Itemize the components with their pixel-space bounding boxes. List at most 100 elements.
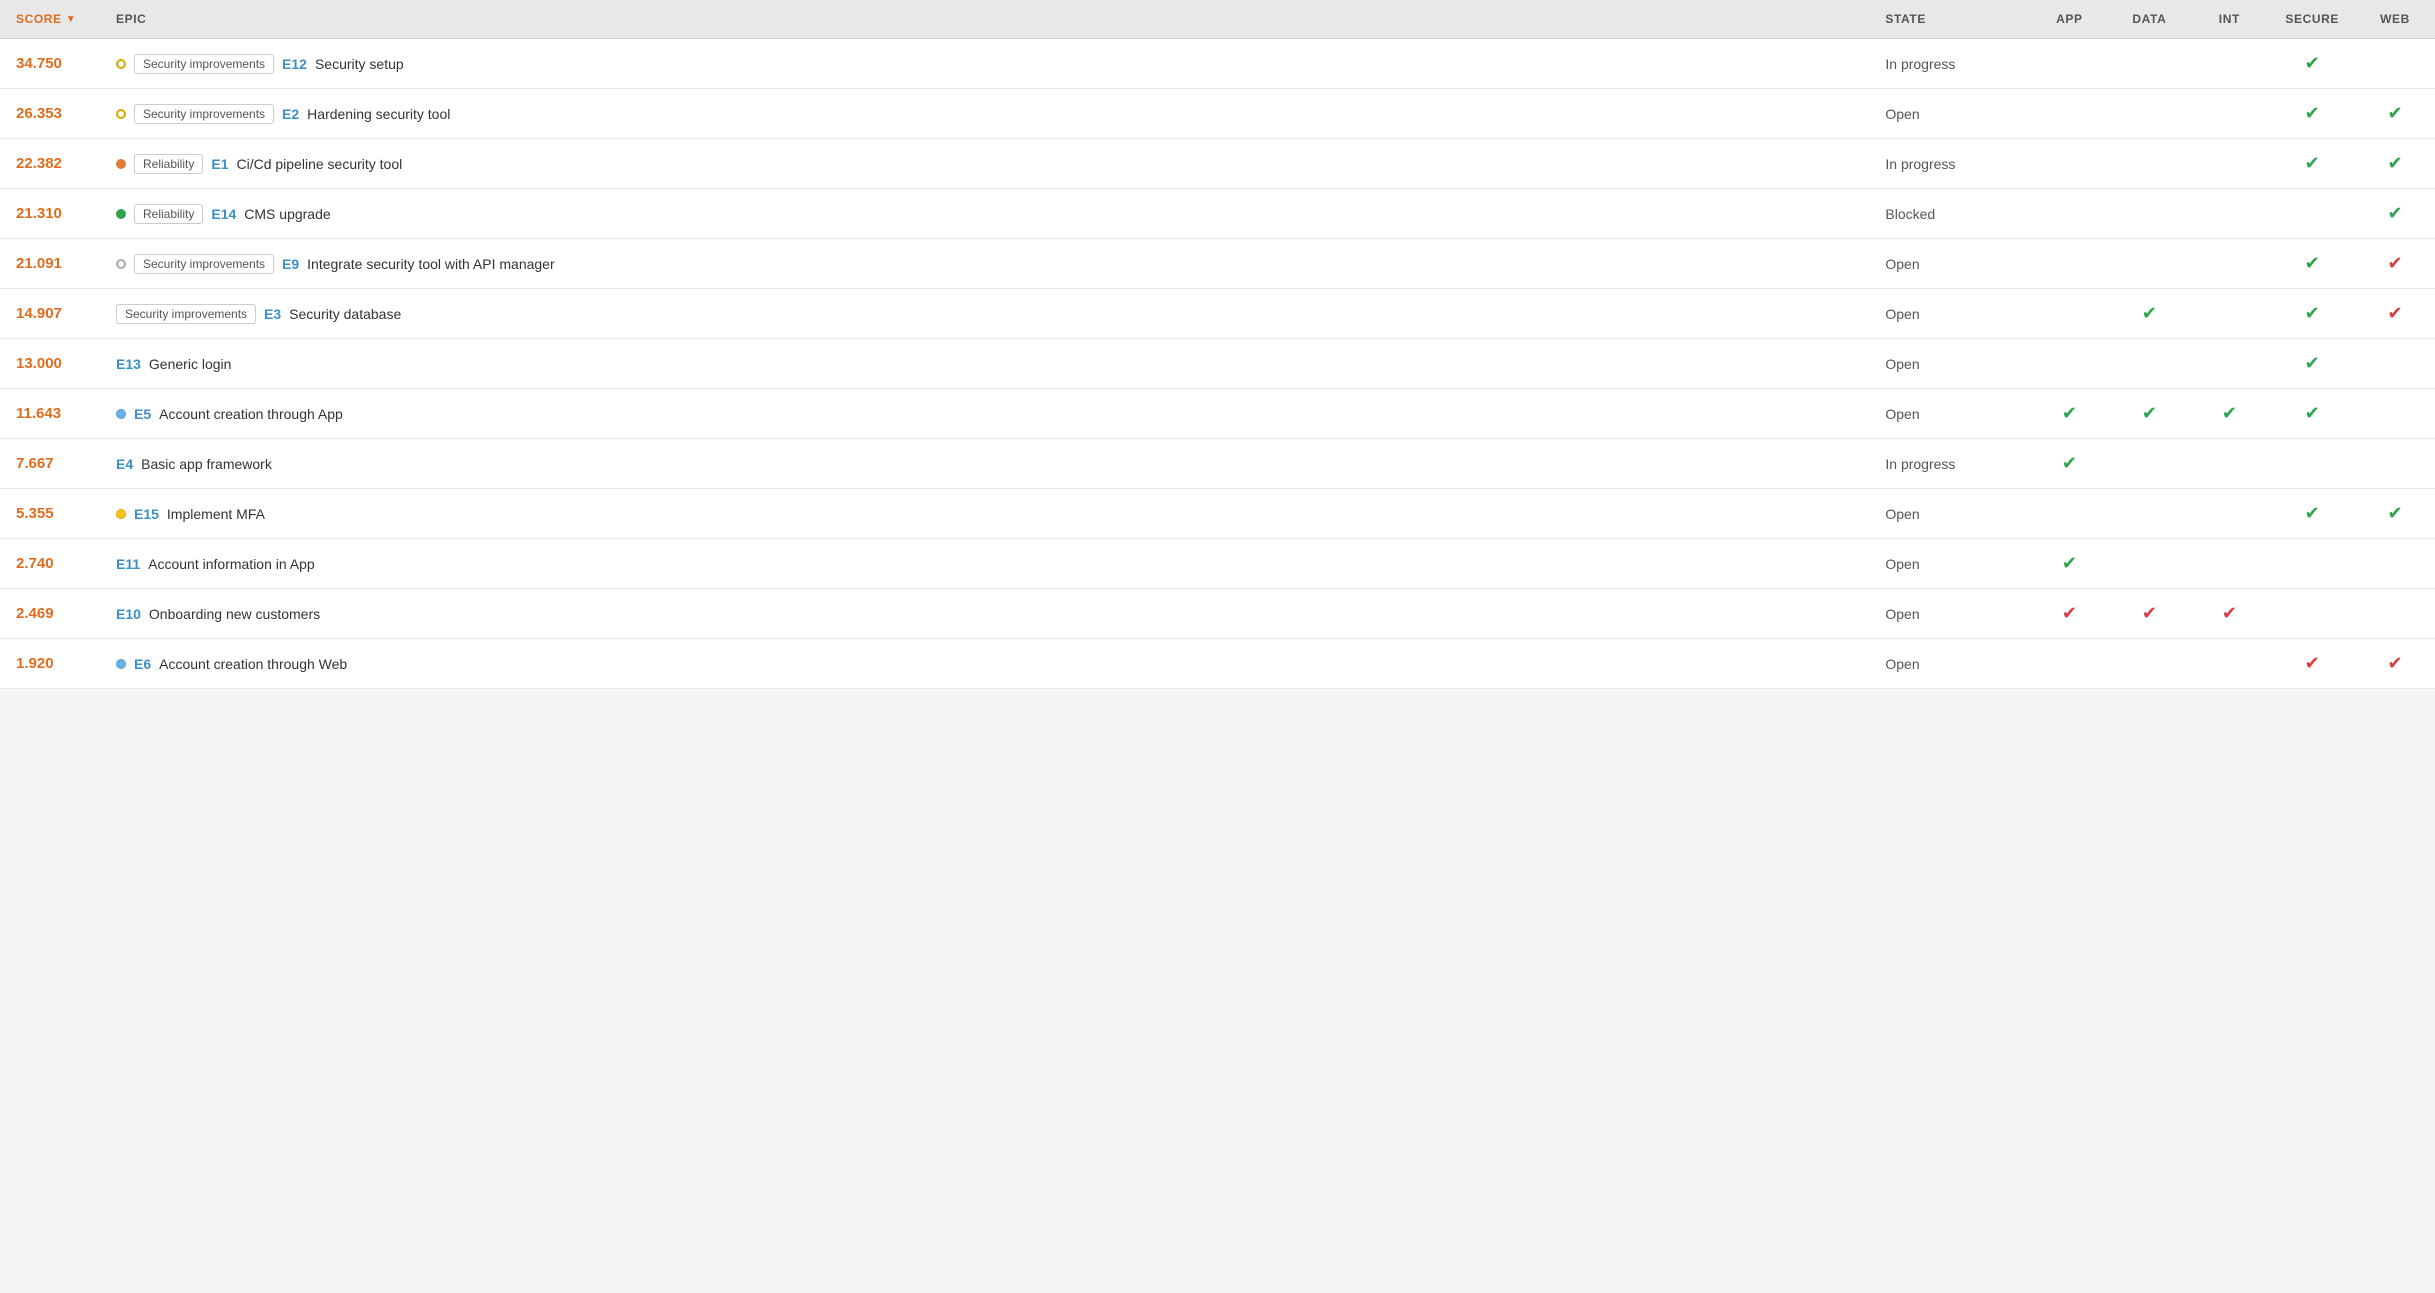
check-icon: ✔: [2222, 403, 2237, 423]
table-body: 34.750Security improvementsE12Security s…: [0, 39, 2435, 689]
epic-cell: E10 Onboarding new customers: [100, 589, 1869, 639]
state-cell: Open: [1869, 489, 2029, 539]
epic-id[interactable]: E11: [116, 556, 140, 572]
int-cell: [2189, 289, 2269, 339]
epic-title: Hardening security tool: [307, 106, 450, 122]
epic-id[interactable]: E14: [211, 206, 236, 222]
epic-cell: E6Account creation through Web: [100, 639, 1869, 689]
app-cell: [2029, 639, 2109, 689]
epic-title: Implement MFA: [167, 506, 265, 522]
table-row: 7.667E4Basic app frameworkIn progress✔: [0, 439, 2435, 489]
web-cell: [2355, 389, 2435, 439]
status-dot: [116, 409, 126, 419]
score-header[interactable]: SCORE ▼: [0, 0, 100, 39]
data-cell: ✔: [2109, 389, 2189, 439]
epic-tag[interactable]: Reliability: [134, 204, 203, 224]
app-cell: ✔: [2029, 589, 2109, 639]
epic-id[interactable]: E9: [282, 256, 299, 272]
check-icon: ✔: [2305, 353, 2320, 373]
epic-cell: E5 Account creation through App: [100, 389, 1869, 439]
table-row: 2.469E10Onboarding new customersOpen✔✔✔: [0, 589, 2435, 639]
score-cell: 5.355: [0, 489, 100, 539]
epic-id[interactable]: E5: [134, 406, 151, 422]
app-header: APP: [2029, 0, 2109, 39]
epics-table: SCORE ▼ EPIC STATE APP DATA INT: [0, 0, 2435, 689]
data-cell: [2109, 189, 2189, 239]
epic-tag[interactable]: Security improvements: [134, 54, 274, 74]
secure-header: SECURE: [2269, 0, 2355, 39]
epic-title: Account creation through App: [159, 406, 343, 422]
epic-tag[interactable]: Security improvements: [134, 254, 274, 274]
web-cell: [2355, 539, 2435, 589]
secure-cell: ✔: [2269, 239, 2355, 289]
int-cell: [2189, 539, 2269, 589]
app-cell: [2029, 489, 2109, 539]
web-cell: [2355, 339, 2435, 389]
epic-cell: Security improvementsE3Security database: [100, 289, 1869, 339]
epic-cell: ReliabilityE14CMS upgrade: [100, 189, 1869, 239]
epic-id[interactable]: E1: [211, 156, 228, 172]
data-cell: [2109, 639, 2189, 689]
epic-id[interactable]: E15: [134, 506, 159, 522]
int-cell: ✔: [2189, 589, 2269, 639]
epic-id[interactable]: E2: [282, 106, 299, 122]
sort-icon: ▼: [66, 14, 77, 25]
epic-cell: E11Account information in App: [100, 539, 1869, 589]
web-cell: ✔: [2355, 139, 2435, 189]
data-cell: [2109, 489, 2189, 539]
check-icon: ✔: [2387, 503, 2402, 523]
table-row: 1.920E6Account creation through WebOpen ✔…: [0, 639, 2435, 689]
score-cell: 14.907: [0, 289, 100, 339]
check-icon: ✔: [2062, 553, 2077, 573]
data-cell: [2109, 439, 2189, 489]
secure-cell: [2269, 539, 2355, 589]
epic-cell: Security improvementsE12Security setup: [100, 39, 1869, 89]
epic-id[interactable]: E13: [116, 356, 141, 372]
web-header: WEB: [2355, 0, 2435, 39]
status-dot: [116, 509, 126, 519]
epic-id[interactable]: E6: [134, 656, 151, 672]
state-cell: Open: [1869, 639, 2029, 689]
check-icon: ✔: [2062, 403, 2077, 423]
web-cell: ✔: [2355, 189, 2435, 239]
score-cell: 11.643: [0, 389, 100, 439]
table-row: 26.353Security improvementsE2Hardening s…: [0, 89, 2435, 139]
epic-id[interactable]: E3: [264, 306, 281, 322]
int-cell: [2189, 189, 2269, 239]
state-cell: In progress: [1869, 139, 2029, 189]
epic-title: Onboarding new customers: [149, 606, 320, 622]
epic-id[interactable]: E4: [116, 456, 133, 472]
epic-cell: Security improvements E2 Hardening securit…: [100, 89, 1869, 139]
score-cell: 7.667: [0, 439, 100, 489]
status-dot: [116, 159, 126, 169]
int-cell: [2189, 239, 2269, 289]
epic-tag[interactable]: Security improvements: [116, 304, 256, 324]
secure-cell: ✔: [2269, 39, 2355, 89]
state-cell: Open: [1869, 289, 2029, 339]
data-header: DATA: [2109, 0, 2189, 39]
table-row: 21.310ReliabilityE14CMS upgradeBlocked✔: [0, 189, 2435, 239]
web-cell: ✔: [2355, 89, 2435, 139]
check-icon: ✔: [2387, 253, 2402, 273]
score-cell: 1.920: [0, 639, 100, 689]
secure-cell: [2269, 189, 2355, 239]
secure-cell: ✔: [2269, 89, 2355, 139]
secure-cell: ✔: [2269, 389, 2355, 439]
epic-tag[interactable]: Security improvements: [134, 104, 274, 124]
check-icon: ✔: [2305, 653, 2320, 673]
epic-tag[interactable]: Reliability: [134, 154, 203, 174]
table-row: 14.907Security improvementsE3Security da…: [0, 289, 2435, 339]
state-cell: Open: [1869, 339, 2029, 389]
app-cell: ✔: [2029, 539, 2109, 589]
check-icon: ✔: [2142, 403, 2157, 423]
secure-cell: ✔: [2269, 339, 2355, 389]
score-cell: 2.740: [0, 539, 100, 589]
check-icon: ✔: [2387, 303, 2402, 323]
main-table-container: SCORE ▼ EPIC STATE APP DATA INT: [0, 0, 2435, 689]
epic-id[interactable]: E10: [116, 606, 141, 622]
epic-id[interactable]: E12: [282, 56, 307, 72]
epic-header: EPIC: [100, 0, 1869, 39]
table-row: 22.382ReliabilityE1Ci/Cd pipeline securi…: [0, 139, 2435, 189]
web-cell: ✔: [2355, 489, 2435, 539]
check-icon: ✔: [2222, 603, 2237, 623]
